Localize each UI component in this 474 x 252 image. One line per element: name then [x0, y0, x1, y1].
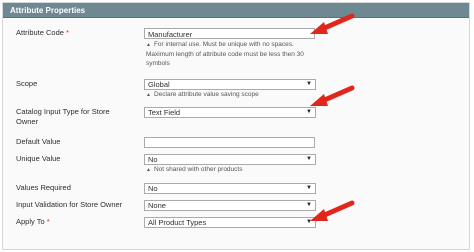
required-mark: *: [46, 217, 50, 226]
attribute-code-input[interactable]: Manufacturer: [144, 28, 315, 39]
input-validation-select-value: None: [148, 201, 166, 210]
red-arrow-icon: [310, 200, 355, 221]
unique-value-select[interactable]: No ▼: [144, 154, 316, 165]
values-required-select[interactable]: No ▼: [144, 183, 316, 194]
triangle-up-icon: ▲: [146, 42, 151, 48]
panel-header: Attribute Properties: [3, 3, 469, 18]
apply-to-select-value: All Product Types: [148, 218, 207, 227]
unique-value-note: ▲ Not shared with other products: [146, 165, 326, 175]
input-validation-label: Input Validation for Store Owner: [16, 200, 123, 209]
default-value-input[interactable]: [144, 137, 315, 148]
attribute-properties-panel: Attribute Properties Attribute Code * Ma…: [2, 2, 470, 250]
triangle-up-icon: ▲: [146, 92, 151, 98]
red-arrow-icon: [310, 85, 355, 106]
red-arrow-icon: [310, 13, 355, 34]
attribute-code-note-line3: symbols: [146, 60, 170, 67]
unique-value-note-text: Not shared with other products: [153, 166, 243, 173]
input-type-label: Catalog Input Type for Store Owner: [16, 107, 110, 127]
apply-to-label: Apply To *: [16, 217, 50, 227]
input-type-label-line2: Owner: [16, 117, 39, 126]
input-type-label-line1: Catalog Input Type for Store: [16, 107, 110, 116]
input-type-select[interactable]: Text Field ▼: [144, 107, 316, 118]
attribute-code-label: Attribute Code *: [16, 28, 69, 38]
chevron-down-icon: ▼: [306, 156, 312, 162]
default-value-label: Default Value: [16, 137, 61, 146]
attribute-code-note-line1: For internal use. Must be unique with no…: [153, 41, 294, 48]
triangle-up-icon: ▲: [146, 167, 151, 173]
scope-select[interactable]: Global ▼: [144, 79, 316, 90]
unique-value-label: Unique Value: [16, 154, 61, 163]
chevron-down-icon: ▼: [306, 185, 312, 191]
apply-to-label-text: Apply To: [16, 217, 45, 226]
input-type-select-value: Text Field: [148, 108, 181, 117]
scope-note: ▲ Declare attribute value saving scope: [146, 90, 326, 100]
values-required-select-value: No: [148, 184, 158, 193]
attribute-code-label-text: Attribute Code: [16, 28, 64, 37]
required-mark: *: [66, 28, 69, 37]
unique-value-select-value: No: [148, 155, 158, 164]
apply-to-select[interactable]: All Product Types ▼: [144, 217, 316, 228]
attribute-code-note: ▲ For internal use. Must be unique with n…: [146, 40, 326, 68]
scope-label: Scope: [16, 79, 38, 88]
values-required-label: Values Required: [16, 183, 71, 192]
input-validation-select[interactable]: None ▼: [144, 200, 316, 211]
attribute-code-note-line2: Maximum length of attribute code must be…: [146, 51, 304, 58]
scope-note-text: Declare attribute value saving scope: [153, 91, 259, 98]
scope-select-value: Global: [148, 80, 170, 89]
